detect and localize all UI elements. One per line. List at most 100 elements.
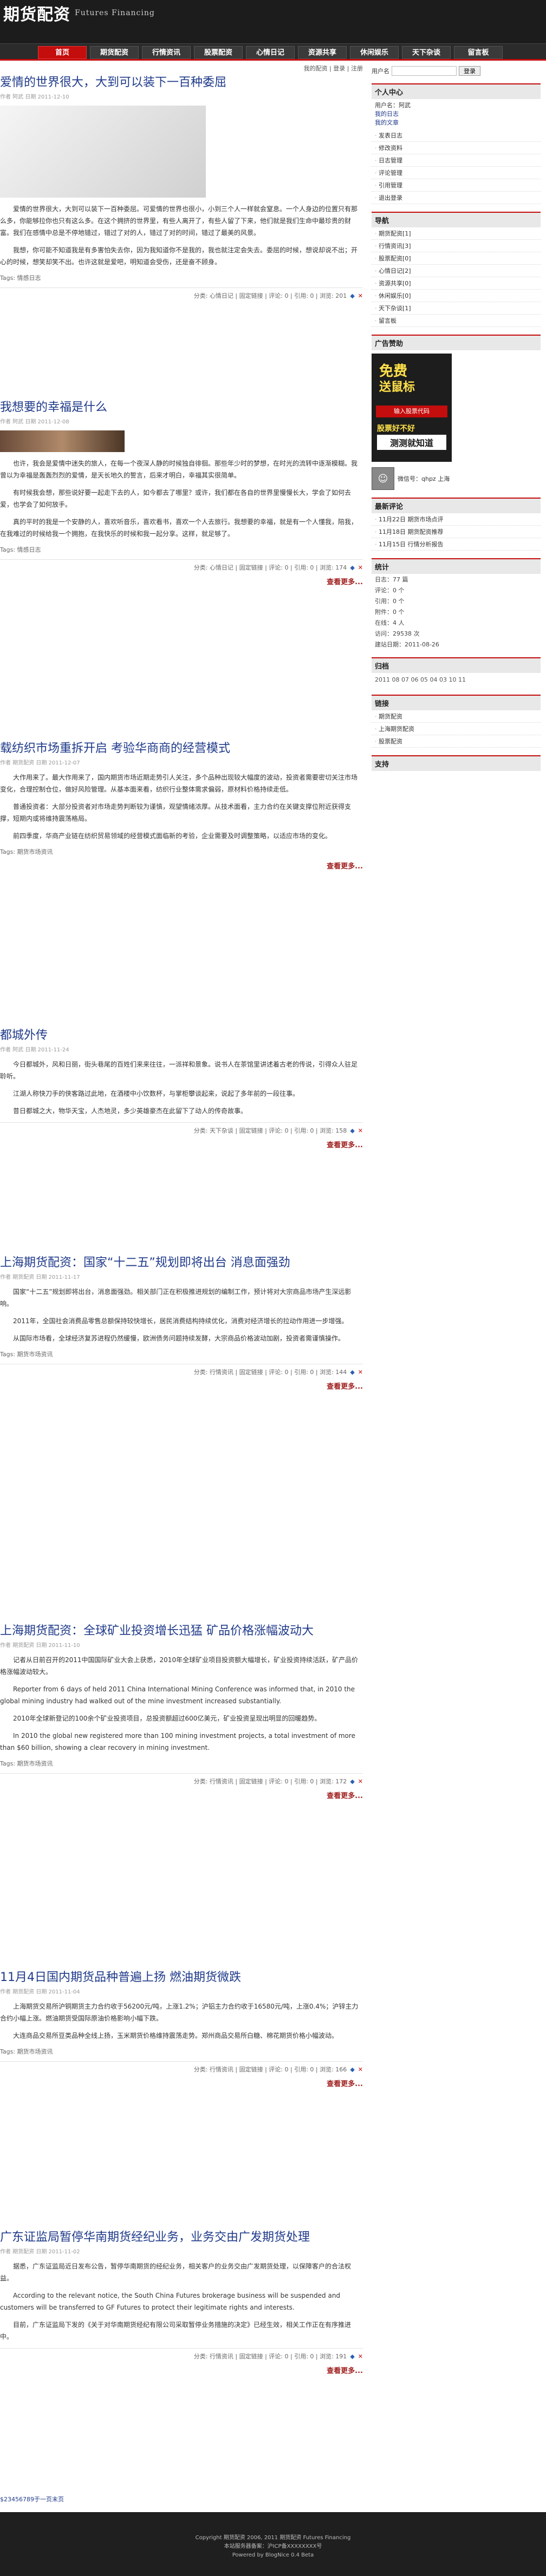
nav-item[interactable]: 股票配资 (194, 46, 243, 59)
post-title[interactable]: 爱情的世界很大，大到可以装下一百种委屈 (0, 75, 363, 91)
side-nav-item[interactable]: 天下杂谈[1] (372, 302, 541, 315)
post-footer: 分类: 行情资讯 | 固定链接 | 评论: 0 | 引用: 0 | 浏览: 17… (0, 1773, 363, 1786)
nav-item[interactable]: 天下杂谈 (402, 46, 451, 59)
post-title[interactable]: 11月4日国内期货品种普遍上扬 燃油期货微跌 (0, 1970, 363, 1986)
post-tags[interactable]: Tags: 期货市场资讯 (0, 1759, 363, 1768)
pagination[interactable]: $23456789于一页末页 (0, 2495, 64, 2503)
recent-box: 最新评论 11月22日 期货市场点评11月18日 期货配资推荐11月15日 行情… (372, 498, 541, 551)
side-nav-item[interactable]: 休闲娱乐[0] (372, 290, 541, 302)
share-icon[interactable]: ◆ (350, 2353, 354, 2360)
post-meta: 作者 期货配资 日期 2011-11-10 (0, 1643, 80, 1649)
post-title[interactable]: 广东证监局暂停华南期货经纪业务，业务交由广发期货处理 (0, 2230, 363, 2246)
person-line[interactable]: 我的文章 (375, 119, 537, 127)
site-logo[interactable]: 期货配资 Futures Financing (3, 3, 155, 24)
top-links[interactable]: 我的配资 | 登录 | 注册 (304, 64, 363, 73)
delete-icon[interactable]: ✕ (358, 1369, 363, 1376)
logo-text-cn: 期货配资 (3, 5, 70, 24)
post-paragraph: 记者从日前召开的2011中国国际矿业大会上获悉，2010年全球矿业项目投资额大幅… (0, 1656, 359, 1676)
recent-item[interactable]: 11月18日 期货配资推荐 (372, 526, 541, 538)
post-footer-links[interactable]: 分类: 天下杂谈 | 固定链接 | 评论: 0 | 引用: 0 | 浏览: 15… (194, 1127, 347, 1134)
username-input[interactable] (392, 66, 457, 76)
login-button[interactable]: 登录 (459, 66, 480, 76)
stat-row: 附件：0 个 (375, 609, 405, 616)
person-menu-item[interactable]: 发表日志 (372, 129, 541, 142)
stat-row: 建站日期：2011-08-26 (375, 641, 439, 648)
side-nav-item[interactable]: 期货配资[1] (372, 227, 541, 240)
share-icon[interactable]: ◆ (350, 1127, 354, 1134)
link-item[interactable]: 上海期货配资 (372, 723, 541, 735)
stat-row: 访问：29538 次 (375, 630, 420, 637)
ad-input-button[interactable]: 输入股票代码 (376, 406, 447, 417)
post-footer-links[interactable]: 分类: 行情资讯 | 固定链接 | 评论: 0 | 引用: 0 | 浏览: 14… (194, 1369, 347, 1376)
side-nav-item[interactable]: 行情资讯[3] (372, 240, 541, 252)
person-menu-item[interactable]: 退出登录 (372, 192, 541, 204)
post-title[interactable]: 载纺织市场重拆开启 考验华商商的经营模式 (0, 741, 363, 757)
side-nav-item[interactable]: 留言板 (372, 315, 541, 327)
post-footer-links[interactable]: 分类: 行情资讯 | 固定链接 | 评论: 0 | 引用: 0 | 浏览: 19… (194, 2353, 347, 2360)
link-item[interactable]: 股票配资 (372, 735, 541, 748)
post-title[interactable]: 我想要的幸福是什么 (0, 400, 363, 416)
post-tags[interactable]: Tags: 期货市场资讯 (0, 2047, 363, 2056)
post-paragraph: 江湖人称快刀手的侠客路过此地，在酒楼中小饮数杯，与掌柜攀谈起来，说起了多年前的一… (13, 1090, 300, 1097)
side-nav-item[interactable]: 资源共享[0] (372, 277, 541, 290)
side-nav-item[interactable]: 股票配资[0] (372, 252, 541, 265)
recent-item[interactable]: 11月15日 行情分析报告 (372, 538, 541, 551)
post-paragraph: 国家“十二五”规划即将出台，消息面强劲。相关部门正在积极推进规划的编制工作，预计… (0, 1288, 352, 1307)
recent-item[interactable]: 11月22日 期货市场点评 (372, 513, 541, 526)
read-more-link[interactable]: 查看更多... (0, 576, 363, 586)
post-tags[interactable]: Tags: 期货市场资讯 (0, 847, 363, 856)
nav-item[interactable]: 期货配资 (90, 46, 139, 59)
side-nav-item[interactable]: 心情日记[2] (372, 265, 541, 277)
delete-icon[interactable]: ✕ (358, 1778, 363, 1785)
share-icon[interactable]: ◆ (350, 2066, 354, 2073)
archive-list[interactable]: 2011 08 07 06 05 04 03 10 11 (372, 673, 541, 687)
person-menu-item[interactable]: 引用管理 (372, 179, 541, 192)
post-tags[interactable]: Tags: 情感日志 (0, 545, 363, 554)
nav-item[interactable]: 行情资讯 (142, 46, 191, 59)
nav-item[interactable]: 首页 (38, 46, 87, 59)
post-tags[interactable]: Tags: 期货市场资讯 (0, 1350, 363, 1358)
avatar[interactable]: ☺ (372, 467, 394, 490)
read-more-link[interactable]: 查看更多... (0, 860, 363, 871)
read-more-link[interactable]: 查看更多... (0, 1790, 363, 1800)
read-more-link[interactable]: 查看更多... (0, 2365, 363, 2375)
post-paragraph: 也许，我会是爱情中迷失的旅人，在每一个夜深人静的时候独自徘徊。那些年少时的梦想，… (0, 460, 358, 479)
share-icon[interactable]: ◆ (350, 1778, 354, 1785)
post-paragraph: 据悉，广东证监局近日发布公告，暂停华南期货的经纪业务，相关客户的业务交由广发期货… (0, 2263, 352, 2282)
read-more-link[interactable]: 查看更多... (0, 1381, 363, 1391)
delete-icon[interactable]: ✕ (358, 1127, 363, 1134)
person-menu-item[interactable]: 日志管理 (372, 154, 541, 167)
link-item[interactable]: 期货配资 (372, 710, 541, 723)
post-body: 国家“十二五”规划即将出台，消息面强劲。相关部门正在积极推进规划的编制工作，预计… (0, 1286, 363, 1344)
post-footer-links[interactable]: 分类: 行情资讯 | 固定链接 | 评论: 0 | 引用: 0 | 浏览: 17… (194, 1778, 347, 1785)
delete-icon[interactable]: ✕ (358, 2066, 363, 2073)
share-icon[interactable]: ◆ (350, 564, 354, 571)
stat-row: 日志：77 篇 (375, 576, 408, 583)
post-title[interactable]: 上海期货配资：全球矿业投资增长迅猛 矿品价格涨幅波动大 (0, 1623, 363, 1639)
nav-item[interactable]: 心情日记 (246, 46, 295, 59)
links-title: 链接 (372, 695, 541, 710)
nav-item[interactable]: 资源共享 (298, 46, 347, 59)
nav-item[interactable]: 留言板 (454, 46, 503, 59)
post-footer-links[interactable]: 分类: 心情日记 | 固定链接 | 评论: 0 | 引用: 0 | 浏览: 17… (194, 564, 347, 571)
post-footer-links[interactable]: 分类: 行情资讯 | 固定链接 | 评论: 0 | 引用: 0 | 浏览: 16… (194, 2066, 347, 2073)
post-tags[interactable]: Tags: 情感日志 (0, 273, 363, 282)
read-more-link[interactable]: 查看更多... (0, 2078, 363, 2088)
delete-icon[interactable]: ✕ (358, 2353, 363, 2360)
post-title[interactable]: 都城外传 (0, 1028, 363, 1044)
share-icon[interactable]: ◆ (350, 1369, 354, 1376)
stats-box: 统计 日志：77 篇评论：0 个引用：0 个附件：0 个在线：4 人访问：295… (372, 558, 541, 650)
read-more-link[interactable]: 查看更多... (0, 1139, 363, 1149)
person-line: 用户名：阿武 (375, 102, 411, 109)
person-menu-item[interactable]: 评论管理 (372, 167, 541, 179)
delete-icon[interactable]: ✕ (358, 564, 363, 571)
ad-banner[interactable]: 免费 送鼠标 输入股票代码 股票好不好 测测就知道 (372, 354, 452, 462)
person-line[interactable]: 我的日志 (375, 110, 537, 119)
post-title[interactable]: 上海期货配资：国家“十二五”规划即将出台 消息面强劲 (0, 1255, 363, 1271)
post-footer-links[interactable]: 分类: 心情日记 | 固定链接 | 评论: 0 | 引用: 0 | 浏览: 20… (194, 292, 347, 299)
delete-icon[interactable]: ✕ (358, 292, 363, 299)
post-body: 爱情的世界很大，大到可以装下一百种委屈。可爱情的世界也很小，小到三个人一样就会窒… (0, 203, 363, 268)
share-icon[interactable]: ◆ (350, 292, 354, 299)
person-menu-item[interactable]: 修改资料 (372, 142, 541, 154)
nav-item[interactable]: 休闲娱乐 (350, 46, 399, 59)
